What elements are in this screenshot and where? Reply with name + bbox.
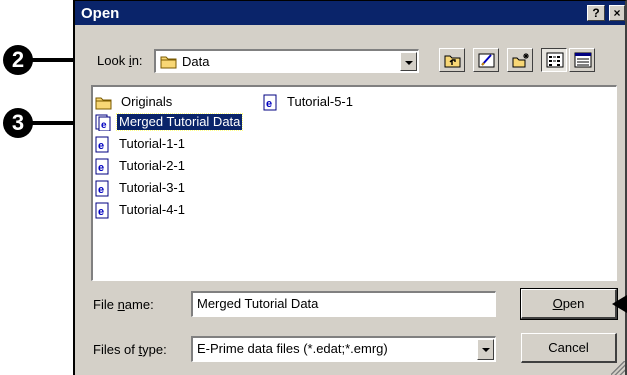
callout-open-arrowhead [612,295,627,313]
list-item[interactable]: e Tutorial-5-1 [263,93,355,111]
look-in-value: Data [182,54,210,69]
list-item[interactable]: e Tutorial-1-1 [95,135,187,153]
svg-text:e: e [98,140,104,152]
files-of-type-combo[interactable]: E-Prime data files (*.edat;*.emrg) [191,336,496,362]
edat-file-icon: e [95,202,109,218]
list-view-icon [546,52,564,68]
new-folder-button[interactable] [507,48,533,72]
file-name-label: File name: [93,297,154,312]
svg-text:e: e [266,98,272,110]
svg-text:e: e [98,162,104,174]
help-button[interactable]: ? [587,5,605,21]
list-item[interactable]: e Tutorial-3-1 [95,179,187,197]
file-name: Tutorial-4-1 [119,202,185,217]
open-button[interactable]: Open [520,288,618,320]
list-item[interactable]: e Tutorial-2-1 [95,157,187,175]
folder-icon [160,56,177,69]
details-view-button[interactable] [569,48,595,72]
look-in-combo[interactable]: Data [154,49,419,73]
desktop-button[interactable] [473,48,499,72]
title-bar: Open ? × [75,1,625,25]
files-of-type-value: E-Prime data files (*.edat;*.emrg) [197,341,388,356]
file-name: Tutorial-2-1 [119,158,185,173]
edat-file-icon: e [263,94,277,110]
edat-file-icon: e [95,158,109,174]
file-name: Tutorial-5-1 [287,94,353,109]
resize-grip[interactable] [611,361,625,375]
file-name: Originals [121,94,173,109]
cancel-button[interactable]: Cancel [521,333,617,363]
file-name: Merged Tutorial Data [115,113,244,131]
file-name: Tutorial-3-1 [119,180,185,195]
svg-text:e: e [98,184,104,196]
edat-file-icon: e [95,180,109,196]
list-item-selected[interactable]: e Merged Tutorial Data [95,113,244,131]
list-view-button[interactable] [541,48,567,72]
details-view-icon [574,52,592,68]
up-one-level-button[interactable] [439,48,465,72]
dialog-title: Open [81,4,120,22]
file-name-input[interactable]: Merged Tutorial Data [191,291,496,317]
open-dialog: Open ? × Look in: Data Originals e Merge… [73,0,627,375]
look-in-label: Look in: [97,53,143,68]
files-of-type-dropdown-arrow[interactable] [477,339,494,360]
file-name: Tutorial-1-1 [119,136,185,151]
merged-data-file-icon: e [95,114,111,131]
files-of-type-label: Files of type: [93,342,167,357]
close-button[interactable]: × [609,5,625,21]
callout-2-number: 2 [3,45,33,75]
list-item[interactable]: Originals [95,93,174,111]
svg-text:e: e [98,206,104,218]
svg-text:e: e [101,120,107,131]
file-list[interactable]: Originals e Merged Tutorial Data e Tutor… [91,85,617,281]
folder-icon [95,97,112,109]
callout-3-number: 3 [3,108,33,138]
edat-file-icon: e [95,136,109,152]
look-in-dropdown-arrow[interactable] [400,52,417,71]
up-one-level-icon [444,55,461,68]
new-folder-icon [512,53,529,68]
desktop-icon [478,53,495,68]
list-item[interactable]: e Tutorial-4-1 [95,201,187,219]
